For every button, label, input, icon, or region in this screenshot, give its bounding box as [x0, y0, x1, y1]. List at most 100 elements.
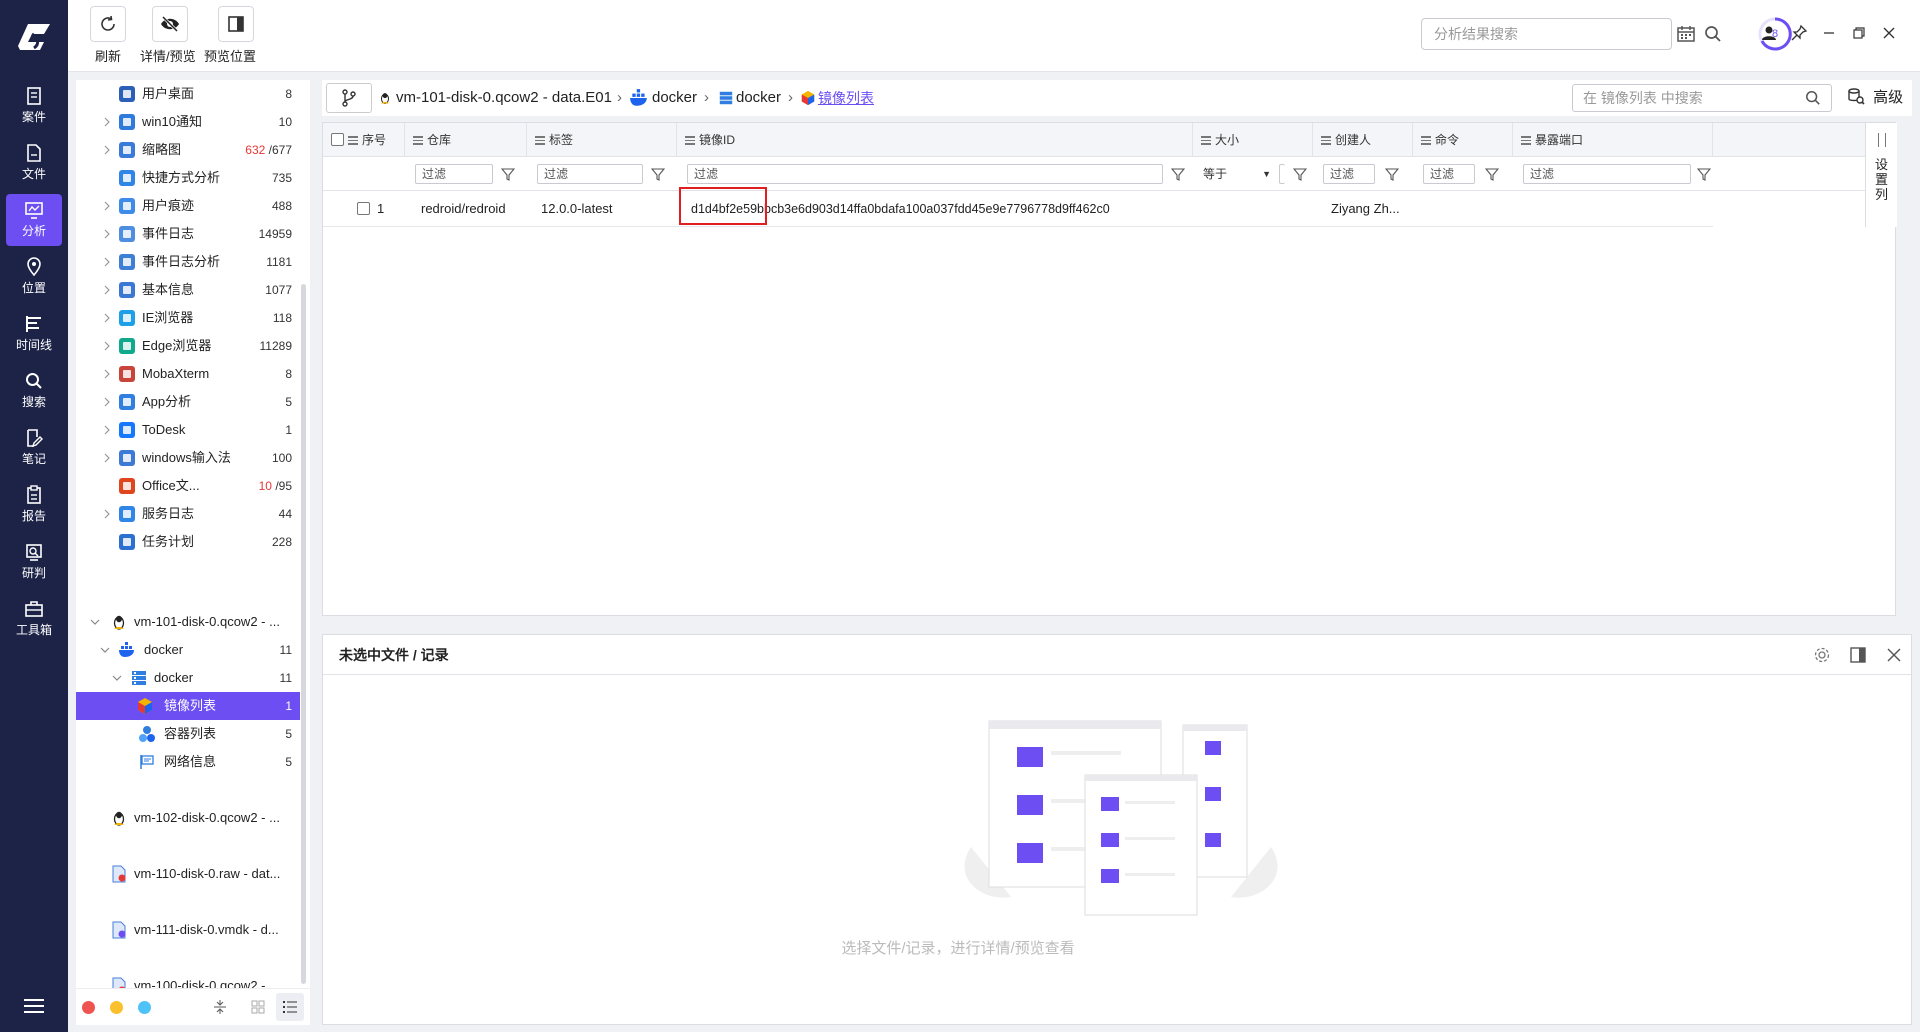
tree-item[interactable]: 基本信息 1077	[76, 276, 300, 304]
tree-item-vm102[interactable]: vm-102-disk-0.qcow2 - ...	[76, 804, 300, 832]
tree-item-image-list[interactable]: 镜像列表 1	[76, 692, 300, 720]
panel-layout-icon[interactable]	[1849, 646, 1867, 664]
refresh-button[interactable]: 刷新	[90, 6, 126, 65]
chevron-down-icon[interactable]	[100, 645, 110, 655]
chevron-right-icon[interactable]	[102, 397, 112, 407]
chevron-right-icon[interactable]	[102, 285, 112, 295]
filter-icon[interactable]	[1293, 167, 1307, 181]
size-operator-select[interactable]: 等于 ▼	[1203, 164, 1275, 184]
breadcrumb-root[interactable]: vm-101-disk-0.qcow2 - data.E01	[396, 80, 612, 116]
search-icon[interactable]	[1704, 25, 1722, 43]
tree-item[interactable]: 事件日志分析 1181	[76, 248, 300, 276]
advanced-search-button[interactable]: 高级	[1847, 80, 1903, 116]
tree-item-container-list[interactable]: 容器列表 5	[76, 720, 300, 748]
chevron-right-icon[interactable]	[102, 509, 112, 519]
nav-item-timeline[interactable]: 时间线	[6, 308, 62, 360]
nav-item-file[interactable]: 文件	[6, 137, 62, 189]
tree-item[interactable]: App分析 5	[76, 388, 300, 416]
menu-icon[interactable]	[22, 998, 46, 1014]
chevron-down-icon[interactable]	[112, 673, 122, 683]
detail-preview-button[interactable]: 详情/预览	[140, 6, 196, 65]
chevron-right-icon[interactable]	[102, 453, 112, 463]
filter-image-id-input[interactable]: 过滤	[687, 164, 1163, 184]
grid-view-icon[interactable]	[250, 999, 266, 1015]
filter-icon[interactable]	[1385, 167, 1399, 181]
red-dot-icon[interactable]	[82, 1001, 95, 1014]
minimize-icon[interactable]	[1820, 24, 1838, 42]
filter-ports-input[interactable]: 过滤	[1523, 164, 1691, 184]
chevron-right-icon[interactable]	[102, 313, 112, 323]
tree-item[interactable]: 服务日志 44	[76, 500, 300, 528]
chevron-right-icon[interactable]	[102, 201, 112, 211]
pin-icon[interactable]	[1790, 24, 1808, 42]
tree-item-docker-sub[interactable]: docker 11	[76, 664, 300, 692]
column-header-size[interactable]: 大小	[1193, 123, 1313, 157]
chevron-right-icon[interactable]	[102, 257, 112, 267]
nav-item-location[interactable]: 位置	[6, 251, 62, 303]
nav-item-analysis[interactable]: 分析	[6, 194, 62, 246]
filter-icon[interactable]	[1485, 167, 1499, 181]
search-icon[interactable]	[1805, 90, 1821, 106]
restore-icon[interactable]	[1850, 24, 1868, 42]
breadcrumb-current[interactable]: 镜像列表	[818, 80, 874, 116]
breadcrumb-docker-2[interactable]: docker	[736, 80, 781, 116]
filter-size-input[interactable]	[1279, 164, 1285, 184]
tree-item[interactable]: ToDesk 1	[76, 416, 300, 444]
nav-item-case[interactable]: 案件	[6, 80, 62, 132]
nav-item-notes[interactable]: 笔记	[6, 422, 62, 474]
column-header-tag[interactable]: 标签	[527, 123, 677, 157]
chevron-right-icon[interactable]	[102, 369, 112, 379]
yellow-dot-icon[interactable]	[110, 1001, 123, 1014]
breadcrumb-docker-1[interactable]: docker	[652, 80, 697, 116]
filter-icon[interactable]	[1171, 167, 1185, 181]
tree-item[interactable]: 快捷方式分析 735	[76, 164, 300, 192]
tree-item[interactable]: 用户痕迹 488	[76, 192, 300, 220]
filter-icon[interactable]	[651, 167, 665, 181]
tree-item-network-info[interactable]: 网络信息 5	[76, 748, 300, 776]
chevron-right-icon[interactable]	[102, 117, 112, 127]
close-panel-icon[interactable]	[1885, 646, 1903, 664]
list-search-input[interactable]: 在 镜像列表 中搜索	[1572, 84, 1832, 112]
chevron-right-icon[interactable]	[102, 425, 112, 435]
filter-icon[interactable]	[501, 167, 515, 181]
filter-repo-input[interactable]: 过滤	[415, 164, 493, 184]
filter-tag-input[interactable]: 过滤	[537, 164, 643, 184]
nav-item-toolbox[interactable]: 工具箱	[6, 593, 62, 645]
branch-button[interactable]	[326, 83, 372, 113]
tree-item[interactable]: Office文... 10 /95	[76, 472, 300, 500]
tree-item-vm110[interactable]: vm-110-disk-0.raw - dat...	[76, 860, 300, 888]
nav-item-search[interactable]: 搜索	[6, 365, 62, 417]
tree-item[interactable]: Edge浏览器 11289	[76, 332, 300, 360]
preview-position-button[interactable]: 预览位置	[204, 6, 256, 65]
tree-scrollbar[interactable]	[301, 284, 306, 984]
column-header-exposed-ports[interactable]: 暴露端口	[1513, 123, 1713, 157]
tree-item[interactable]: 事件日志 14959	[76, 220, 300, 248]
collapse-expand-icon[interactable]	[212, 999, 228, 1015]
chevron-right-icon[interactable]	[102, 341, 112, 351]
blue-dot-icon[interactable]	[138, 1001, 151, 1014]
filter-icon[interactable]	[1697, 167, 1711, 181]
filter-creator-input[interactable]: 过滤	[1323, 164, 1375, 184]
tree-item[interactable]: windows输入法 100	[76, 444, 300, 472]
column-header-repo[interactable]: 仓库	[405, 123, 527, 157]
filter-command-input[interactable]: 过滤	[1423, 164, 1475, 184]
select-all-checkbox[interactable]	[331, 133, 344, 146]
settings-gear-icon[interactable]	[1813, 646, 1831, 664]
chevron-down-icon[interactable]	[90, 617, 100, 627]
tree-item-vm111[interactable]: vm-111-disk-0.vmdk - d...	[76, 916, 300, 944]
analysis-search-input[interactable]: 分析结果搜索	[1421, 18, 1721, 50]
tree-item[interactable]: MobaXterm 8	[76, 360, 300, 388]
column-header-seq[interactable]: 序号	[323, 123, 405, 157]
nav-item-report[interactable]: 报告	[6, 479, 62, 531]
user-icon[interactable]	[1760, 24, 1778, 42]
nav-item-research[interactable]: 研判	[6, 536, 62, 588]
tree-item[interactable]: 任务计划 228	[76, 528, 300, 556]
column-header-creator[interactable]: 创建人	[1313, 123, 1413, 157]
list-view-button[interactable]	[276, 993, 304, 1021]
row-checkbox[interactable]	[357, 202, 370, 215]
tree-item[interactable]: 用户桌面 8	[76, 80, 300, 108]
tree-item[interactable]: 缩略图 632 /677	[76, 136, 300, 164]
chevron-right-icon[interactable]	[102, 229, 112, 239]
calendar-icon[interactable]	[1676, 25, 1696, 43]
column-header-command[interactable]: 命令	[1413, 123, 1513, 157]
